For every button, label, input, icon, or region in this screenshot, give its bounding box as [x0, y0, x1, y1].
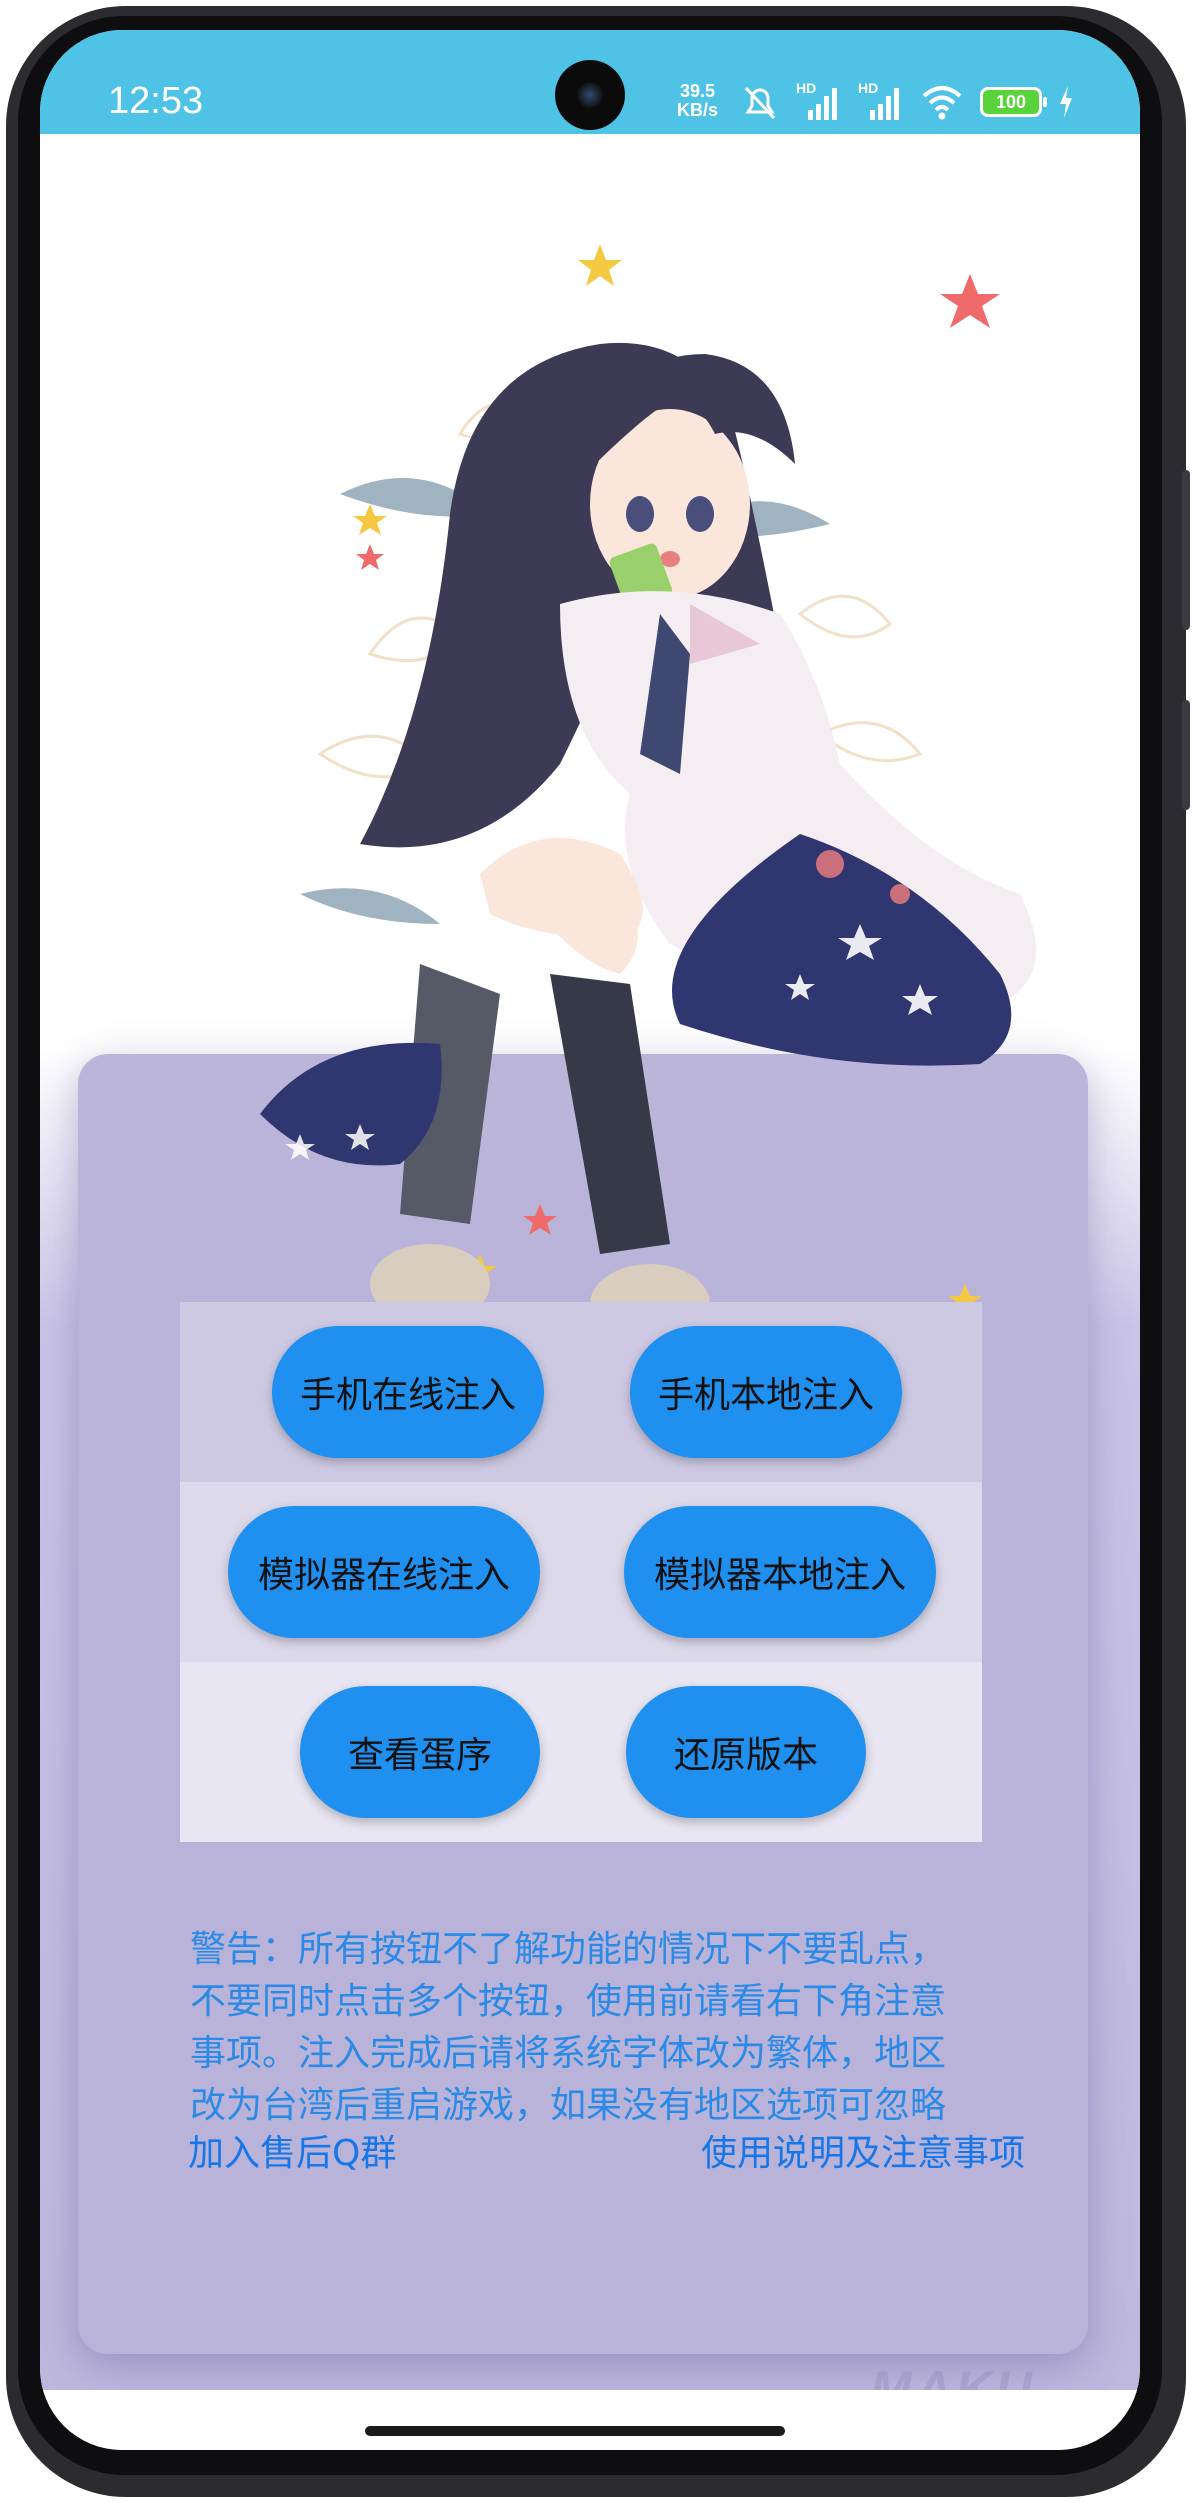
screen: 12:53 39.5 KB/s HD HD 100 手机在线注入 手机本地注入 … [40, 30, 1140, 2450]
cell-signal-1-label: HD [796, 80, 817, 96]
gesture-bar-area [40, 2390, 1140, 2450]
charging-icon [1060, 86, 1072, 118]
clock: 12:53 [108, 80, 204, 122]
network-speed: 39.5 KB/s [677, 82, 718, 120]
emulator-local-inject-button[interactable]: 模拟器本地注入 [624, 1506, 936, 1638]
cell-signal-1: HD [796, 80, 842, 122]
anime-girl-illustration [260, 244, 1036, 1344]
status-bar: 12:53 39.5 KB/s HD HD 100 [40, 30, 1140, 134]
cell-signal-2-label: HD [858, 80, 879, 96]
silent-mode-icon [744, 86, 776, 120]
button-grid: 手机在线注入 手机本地注入 模拟器在线注入 模拟器本地注入 查看蛋序 还原版本 [180, 1302, 982, 1842]
phone-local-inject-button[interactable]: 手机本地注入 [630, 1326, 902, 1458]
restore-version-button[interactable]: 还原版本 [626, 1686, 866, 1818]
emulator-online-inject-button[interactable]: 模拟器在线注入 [228, 1506, 540, 1638]
warning-text: 警告：所有按钮不了解功能的情况下不要乱点，不要同时点击多个按钮，使用前请看右下角… [190, 1929, 947, 2126]
join-qq-group-link[interactable]: 加入售后Q群 [188, 2124, 396, 2176]
network-speed-value: 39.5 [679, 81, 716, 101]
usage-notes-link[interactable]: 使用说明及注意事项 [701, 2124, 1025, 2176]
view-egg-sequence-button[interactable]: 查看蛋序 [300, 1686, 540, 1818]
power-button [1182, 700, 1190, 810]
phone-online-inject-button[interactable]: 手机在线注入 [272, 1326, 544, 1458]
button-row-3: 查看蛋序 还原版本 [180, 1662, 982, 1842]
cell-signal-2: HD [858, 80, 904, 122]
status-icons: HD HD 100 [740, 80, 1074, 124]
button-row-2: 模拟器在线注入 模拟器本地注入 [180, 1482, 982, 1662]
network-speed-unit: KB/s [677, 100, 719, 120]
home-indicator[interactable] [365, 2426, 785, 2436]
front-camera [555, 60, 625, 130]
button-row-1: 手机在线注入 手机本地注入 [180, 1302, 982, 1482]
battery-indicator: 100 [980, 87, 1047, 117]
wifi-icon [922, 86, 962, 120]
volume-button [1182, 470, 1190, 630]
